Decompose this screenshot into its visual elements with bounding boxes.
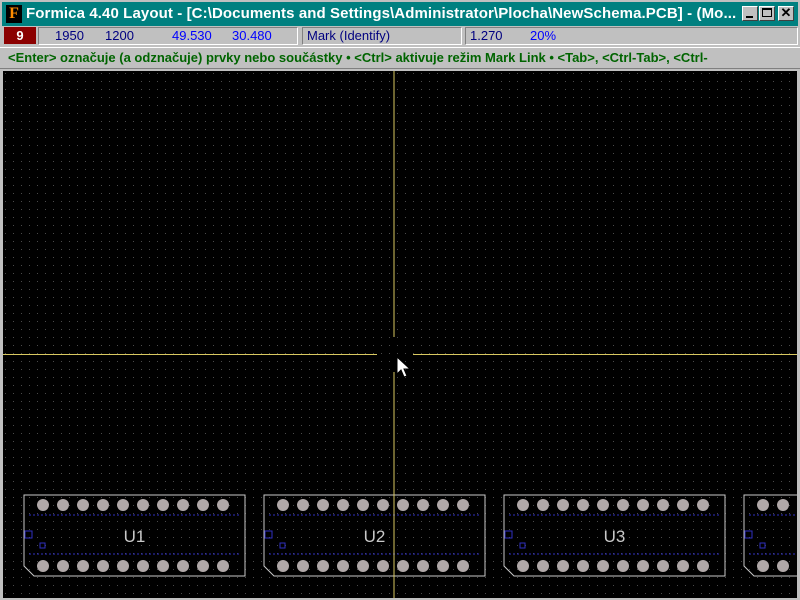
pad (97, 499, 109, 511)
pad (537, 560, 549, 572)
pad (677, 560, 689, 572)
pad (277, 560, 289, 572)
grid-dots (3, 71, 797, 598)
pad (177, 499, 189, 511)
pad (197, 499, 209, 511)
pad (637, 560, 649, 572)
pad (77, 560, 89, 572)
pad (437, 499, 449, 511)
pad (577, 560, 589, 572)
pad (197, 560, 209, 572)
pad (437, 560, 449, 572)
pad (557, 499, 569, 511)
maximize-button[interactable] (759, 6, 775, 21)
pad (697, 499, 709, 511)
pad (177, 560, 189, 572)
pad (37, 560, 49, 572)
pad (677, 499, 689, 511)
status-bar: 9 1950 1200 49.530 30.480 Mark (Identify… (0, 26, 800, 47)
pad (777, 560, 789, 572)
title-bar[interactable]: F Formica 4.40 Layout - [C:\Documents an… (0, 0, 800, 28)
window-title: Formica 4.40 Layout - [C:\Documents and … (26, 5, 737, 22)
pad (77, 499, 89, 511)
pad (357, 499, 369, 511)
pad (697, 560, 709, 572)
x-mm-value: 49.530 (172, 28, 212, 43)
pad (277, 499, 289, 511)
pad (757, 499, 769, 511)
pad (417, 560, 429, 572)
zoom-value: 20% (530, 28, 557, 43)
pad (517, 499, 529, 511)
minimize-icon (746, 16, 753, 18)
grid-value: 1.270 (470, 28, 503, 43)
coordinates-field: 1950 1200 49.530 30.480 (38, 27, 298, 45)
close-button[interactable]: ✕ (778, 5, 794, 21)
pad (557, 560, 569, 572)
minimize-button[interactable] (742, 6, 758, 21)
pad (397, 560, 409, 572)
pad (757, 560, 769, 572)
y-mils-value: 1200 (105, 28, 134, 43)
pad (517, 560, 529, 572)
pad (357, 560, 369, 572)
grid-zoom-field: 1.270 20% (465, 27, 798, 45)
pad (97, 560, 109, 572)
pad (637, 499, 649, 511)
component-designator: U2 (364, 527, 386, 546)
pad (317, 499, 329, 511)
pad (117, 499, 129, 511)
pad (537, 499, 549, 511)
pad (577, 499, 589, 511)
x-mils-value: 1950 (55, 28, 84, 43)
pad (397, 499, 409, 511)
pad (57, 499, 69, 511)
tool-mode-field: Mark (Identify) (302, 27, 462, 45)
pad (597, 499, 609, 511)
pad (297, 499, 309, 511)
active-layer-badge[interactable]: 9 (4, 27, 36, 44)
pad (157, 560, 169, 572)
pcb-canvas[interactable]: U1 U2 U3 (3, 71, 797, 598)
component-designator: U3 (604, 527, 626, 546)
pad (297, 560, 309, 572)
pad (117, 560, 129, 572)
pad (417, 499, 429, 511)
pad (317, 560, 329, 572)
pad (457, 560, 469, 572)
pad (137, 560, 149, 572)
maximize-icon (762, 8, 772, 17)
pad (137, 499, 149, 511)
pad (217, 560, 229, 572)
formica-app-icon[interactable]: F (6, 5, 22, 23)
pad (657, 560, 669, 572)
pad (657, 499, 669, 511)
component-designator: U1 (124, 527, 146, 546)
pad (337, 499, 349, 511)
pad (57, 560, 69, 572)
pcb-board-svg[interactable]: U1 U2 U3 (3, 71, 797, 598)
hint-bar: <Enter> označuje (a odznačuje) prvky neb… (0, 47, 800, 69)
pad (377, 499, 389, 511)
pad (597, 560, 609, 572)
pad (337, 560, 349, 572)
pad (377, 560, 389, 572)
y-mm-value: 30.480 (232, 28, 272, 43)
pad (157, 499, 169, 511)
pad (617, 560, 629, 572)
pad (457, 499, 469, 511)
pad (37, 499, 49, 511)
close-icon: ✕ (780, 5, 792, 20)
pad (617, 499, 629, 511)
pad (777, 499, 789, 511)
pad (217, 499, 229, 511)
